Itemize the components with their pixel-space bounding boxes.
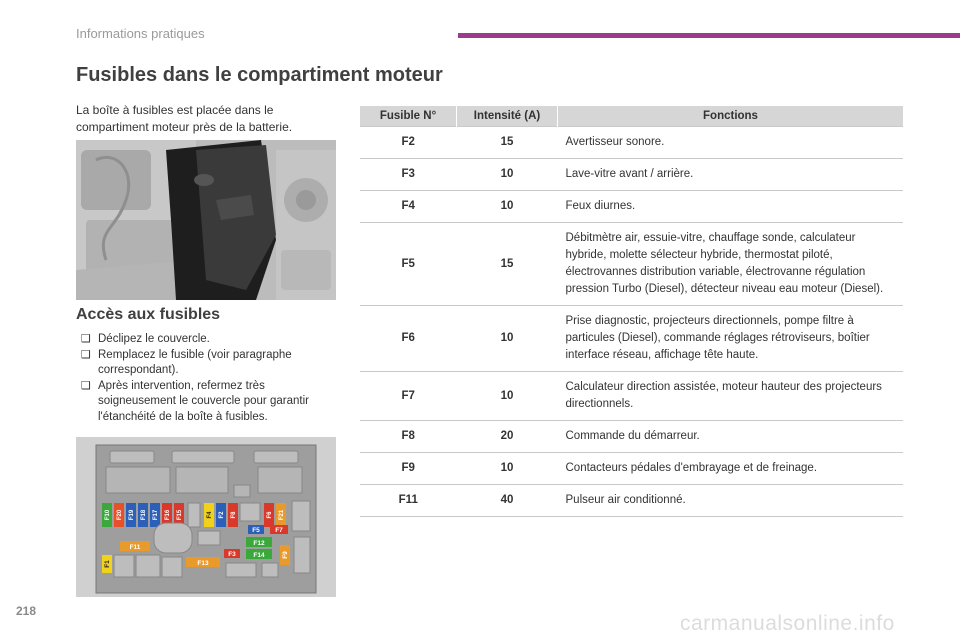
fuse-label-f10: F10: [105, 509, 111, 520]
fuse-label-f3: F3: [228, 551, 236, 558]
table-row: F3 10 Lave-vitre avant / arrière.: [360, 158, 903, 191]
page-title: Fusibles dans le compartiment moteur: [76, 64, 443, 86]
fuse-function: Pulseur air conditionné.: [557, 484, 903, 517]
fuse-function: Commande du démarreur.: [557, 420, 903, 453]
fuse-function: Débitmètre air, essuie-vitre, chauffage …: [557, 222, 903, 306]
fuse-amperage: 10: [456, 371, 558, 421]
fuse-function: Prise diagnostic, projecteurs directionn…: [557, 305, 903, 372]
fuse-label-f21: F21: [279, 509, 285, 520]
table-row: F2 15 Avertisseur sonore.: [360, 126, 903, 159]
fuse-function: Contacteurs pédales d'embrayage et de fr…: [557, 452, 903, 485]
fuse-label-f8: F8: [231, 511, 237, 519]
table-row: F4 10 Feux diurnes.: [360, 190, 903, 223]
col-header-functions: Fonctions: [557, 106, 903, 127]
access-section-title: Accès aux fusibles: [76, 306, 221, 323]
fuse-number: F9: [360, 452, 457, 485]
engine-compartment-photo: [76, 140, 336, 300]
fuse-label-f15: F15: [177, 509, 183, 520]
intro-text: La boîte à fusibles est placée dans le c…: [76, 103, 293, 134]
step-text: Après intervention, refermez très soigne…: [98, 379, 309, 423]
step-text: Déclipez le couvercle.: [98, 333, 210, 345]
fuse-label-f16: F16: [165, 509, 171, 520]
fuse-number: F2: [360, 126, 457, 159]
fuse-amperage: 10: [456, 305, 558, 372]
fuse-amperage: 15: [456, 126, 558, 159]
checkbox-icon: ❑: [81, 348, 91, 361]
checkbox-icon: ❑: [81, 333, 91, 345]
fuse-amperage: 15: [456, 222, 558, 306]
fuse-function: Feux diurnes.: [557, 190, 903, 223]
page-number: 218: [16, 604, 37, 618]
list-item: ❑ Déclipez le couvercle.: [76, 332, 338, 348]
fuse-label-f6: F6: [267, 511, 273, 519]
fuse-amperage: 10: [456, 190, 558, 223]
fuse-label-f7: F7: [275, 527, 283, 534]
table-row: F6 10 Prise diagnostic, projecteurs direct…: [360, 305, 903, 372]
fuse-label-f1: F1: [104, 560, 111, 568]
fuse-function: Calculateur direction assistée, moteur h…: [557, 371, 903, 421]
fuse-number: F6: [360, 305, 457, 372]
fuse-amperage: 40: [456, 484, 558, 517]
fuse-label-f14: F14: [253, 552, 265, 559]
list-item: ❑ Après intervention, refermez très soign…: [76, 379, 338, 426]
table-row: F7 10 Calculateur direction assistée, mote…: [360, 371, 903, 421]
fuse-table: Fusible N° Intensité (A) Fonctions F2 15 A…: [360, 106, 903, 517]
table-row: F9 10 Contacteurs pédales d'embrayage et d…: [360, 452, 903, 485]
fuse-label-f5: F5: [252, 527, 260, 534]
table-row: F11 40 Pulseur air conditionné.: [360, 484, 903, 517]
fuse-box-diagram: F10 F20 F19 F18 F17 F16 F15 F4 F2 F8 F6 …: [76, 437, 336, 597]
watermark: carmanualsonline.info: [680, 612, 895, 635]
fuse-label-f11: F11: [130, 544, 141, 551]
fuse-function: Avertisseur sonore.: [557, 126, 903, 159]
fuse-label-f18: F18: [141, 509, 147, 520]
header-accent-bar: [458, 33, 960, 38]
checkbox-icon: ❑: [81, 379, 91, 392]
col-header-fuse: Fusible N°: [360, 106, 457, 127]
fuse-number: F3: [360, 158, 457, 191]
fuse-amperage: 20: [456, 420, 558, 453]
fuse-number: F7: [360, 371, 457, 421]
fuse-number: F5: [360, 222, 457, 306]
fuse-function: Lave-vitre avant / arrière.: [557, 158, 903, 191]
col-header-intensity: Intensité (A): [456, 106, 558, 127]
access-steps-list: ❑ Déclipez le couvercle. ❑ Remplacez le fu…: [76, 332, 338, 425]
fuse-label-f19: F19: [129, 509, 135, 520]
fuse-label-f12: F12: [253, 540, 265, 547]
table-row: F8 20 Commande du démarreur.: [360, 420, 903, 453]
fuse-label-f13: F13: [197, 560, 209, 567]
fuse-label-f17: F17: [153, 509, 159, 520]
fuse-number: F4: [360, 190, 457, 223]
fuse-label-f2: F2: [219, 511, 225, 519]
step-text: Remplacez le fusible (voir paragraphe co…: [98, 348, 292, 377]
fuse-label-f9: F9: [282, 551, 289, 559]
fuse-number: F11: [360, 484, 457, 517]
fuse-label-f20: F20: [117, 509, 123, 520]
table-header-row: Fusible N° Intensité (A) Fonctions: [360, 106, 903, 127]
table-row: F5 15 Débitmètre air, essuie-vitre, chauff…: [360, 222, 903, 306]
fuse-number: F8: [360, 420, 457, 453]
fuse-label-f4: F4: [207, 511, 213, 519]
section-header-title: Informations pratiques: [76, 26, 205, 41]
list-item: ❑ Remplacez le fusible (voir paragraphe c…: [76, 348, 338, 379]
fuse-amperage: 10: [456, 452, 558, 485]
fuse-amperage: 10: [456, 158, 558, 191]
